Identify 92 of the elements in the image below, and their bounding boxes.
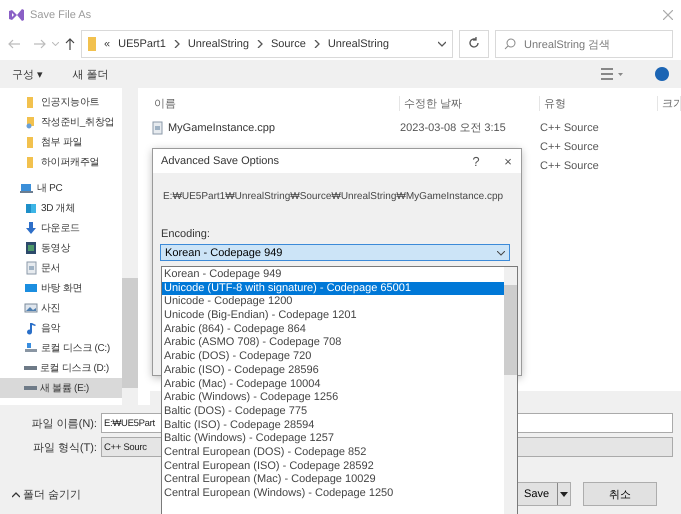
window-title: Save File As [30, 9, 92, 21]
encoding-option[interactable]: Baltic (ISO) - Codepage 28594 [162, 418, 504, 432]
sidebar-item[interactable]: 바탕 화면 [0, 278, 122, 298]
encoding-option[interactable]: Arabic (864) - Codepage 864 [162, 322, 504, 336]
column-header[interactable]: 유형 [540, 96, 658, 110]
encoding-label: Encoding: [161, 228, 211, 240]
refresh-button[interactable] [459, 30, 489, 58]
dropdown-arrow-icon[interactable] [560, 492, 568, 496]
search-icon [504, 38, 516, 50]
encoding-option[interactable]: Arabic (DOS) - Codepage 720 [162, 350, 504, 364]
close-icon[interactable] [663, 10, 673, 20]
encoding-option[interactable]: Arabic (Mac) - Codepage 10004 [162, 378, 504, 392]
file-date: 2023-03-08 오전 3:15 [400, 122, 506, 134]
sidebar-item[interactable]: 인공지능아트 [0, 92, 122, 112]
refresh-icon [468, 36, 480, 48]
sidebar-item[interactable]: 하이퍼캐주얼 [0, 152, 122, 172]
up-arrow-icon[interactable] [65, 38, 75, 50]
breadcrumb[interactable]: UE5Part1 [118, 38, 166, 50]
system-drive-icon [24, 341, 38, 355]
download-icon [24, 221, 38, 235]
sidebar-item[interactable]: 다운로드 [0, 218, 122, 238]
search-field[interactable]: UnrealString 검색 [495, 30, 673, 58]
sidebar-item[interactable]: 사진 [0, 298, 122, 318]
chevron-down-icon [497, 250, 505, 256]
encoding-option[interactable]: Central European (DOS) - Codepage 852 [162, 446, 504, 460]
breadcrumb[interactable]: UnrealString [328, 38, 389, 50]
file-type: C++ Source [540, 122, 600, 134]
sidebar-item[interactable]: 첨부 파일 [0, 132, 122, 152]
document-icon [150, 120, 164, 134]
encoding-option[interactable]: Unicode (Big-Endian) - Codepage 1201 [162, 309, 504, 323]
music-icon [24, 321, 38, 335]
view-options-icon[interactable] [601, 68, 625, 80]
new-folder-button[interactable]: 새 폴더 [72, 66, 109, 82]
chevron-up-icon [12, 492, 20, 498]
encoding-option[interactable]: Baltic (DOS) - Codepage 775 [162, 404, 504, 419]
encoding-option[interactable]: Baltic (Windows) - Codepage 1257 [162, 432, 504, 446]
drive-icon [24, 386, 37, 390]
encoding-option[interactable]: Unicode - Codepage 1200 [162, 295, 504, 310]
cube-icon [24, 201, 38, 215]
file-type: C++ Source [540, 160, 600, 172]
pc-icon [20, 181, 34, 195]
file-path: E:₩UE5Part1₩UnrealString₩Source₩UnrealString₩MyGameInstance.cpp [163, 191, 504, 202]
column-header[interactable]: 크기 [658, 96, 681, 110]
encoding-select[interactable]: Korean - Codepage 949 [160, 244, 510, 261]
file-name[interactable]: MyGameInstance.cpp [168, 122, 275, 134]
drive-icon [24, 366, 37, 370]
sidebar-item[interactable]: 로컬 디스크 (D:) [0, 358, 122, 378]
sidebar-item[interactable]: 3D 개체 [0, 198, 122, 218]
encoding-option[interactable]: Central European (ISO) - Codepage 28592 [162, 460, 504, 474]
column-header[interactable]: 수정한 날짜 [400, 96, 540, 110]
organize-button[interactable]: 구성 ▾ [12, 66, 43, 82]
sidebar-item[interactable]: 내 PC [0, 178, 122, 198]
video-icon [24, 241, 38, 255]
forward-icon[interactable] [34, 39, 46, 49]
field-label: 파일 이름(N): [30, 416, 97, 430]
cancel-button[interactable]: 취소 [583, 482, 657, 506]
sidebar-item[interactable]: 문서 [0, 258, 122, 278]
dialog-title: Advanced Save Options [161, 155, 280, 167]
chevron-down-icon[interactable] [438, 41, 446, 47]
file-type: C++ Source [540, 140, 600, 152]
column-header[interactable]: 이름 [150, 96, 400, 110]
encoding-option[interactable]: Central European (Mac) - Codepage 10029 [162, 473, 504, 487]
sidebar-item[interactable]: 새 볼륨 (E:) [0, 378, 122, 398]
help-icon[interactable] [655, 67, 669, 81]
sidebar-item[interactable]: 작성준비_취창업 [0, 112, 122, 132]
encoding-option[interactable]: Arabic (Windows) - Codepage 1256 [162, 391, 504, 405]
address-bar[interactable]: « UE5Part1 UnrealString Source UnrealString [81, 30, 453, 58]
app-logo-icon [8, 7, 24, 23]
sidebar-item[interactable]: 로컬 디스크 (C:) [0, 338, 122, 358]
back-icon[interactable] [8, 39, 20, 49]
breadcrumb[interactable]: Source [270, 38, 306, 50]
encoding-option[interactable]: Unicode (UTF-8 with signature) - Codepage 65001 [162, 282, 504, 296]
encoding-option[interactable]: Central European (Windows) - Codepage 1250 [162, 487, 504, 501]
close-button[interactable]: × [495, 152, 521, 170]
image-icon [24, 301, 38, 315]
chevron-right-icon [174, 40, 180, 48]
folder-icon [88, 37, 96, 51]
help-button[interactable]: ? [463, 152, 489, 170]
scrollbar[interactable] [504, 267, 517, 514]
breadcrumb[interactable]: UnrealString [188, 38, 249, 50]
desktop-icon [24, 281, 38, 295]
field-label: 파일 형식(T): [32, 440, 97, 454]
sidebar-item[interactable]: 동영상 [0, 238, 122, 258]
hide-folders-button[interactable]: 폴더 숨기기 [6, 486, 88, 502]
breadcrumb[interactable]: « [104, 38, 110, 50]
chevron-right-icon [314, 40, 320, 48]
sidebar-item[interactable]: 음악 [0, 318, 122, 338]
encoding-option[interactable]: Arabic (ISO) - Codepage 28596 [162, 364, 504, 378]
chevron-right-icon [256, 40, 263, 48]
document-icon [24, 261, 38, 275]
encoding-option[interactable]: Arabic (ASMO 708) - Codepage 708 [162, 336, 504, 350]
encoding-option[interactable]: Korean - Codepage 949 [162, 268, 504, 282]
